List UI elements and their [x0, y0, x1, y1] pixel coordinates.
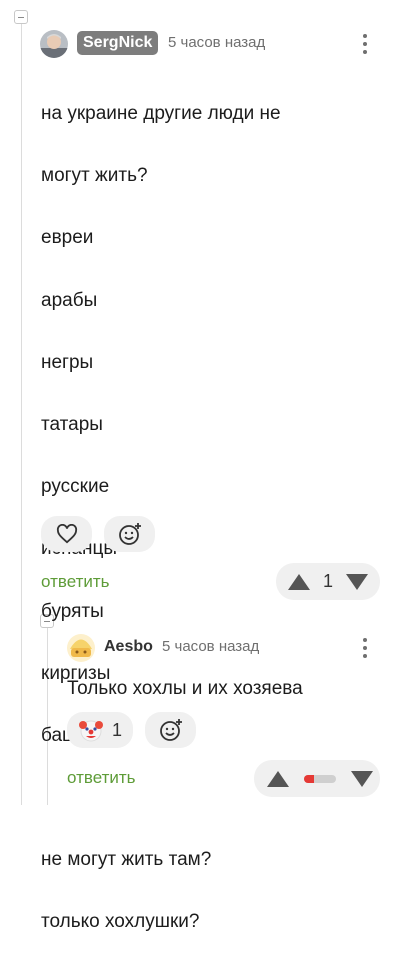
avatar[interactable]	[40, 30, 68, 58]
downvote-button[interactable]	[346, 573, 369, 590]
add-reaction-icon	[118, 523, 141, 545]
comment-line: негры	[41, 351, 94, 373]
reply-body: Только хохлы и их хозяева	[67, 678, 303, 699]
reply-reply-link[interactable]: ответить	[67, 768, 136, 788]
reply-add-reaction-button[interactable]	[145, 712, 196, 748]
comment-line: не могут жить там?	[41, 849, 212, 871]
clown-reaction-button[interactable]: 1	[67, 712, 133, 748]
reply-downvote-button[interactable]	[351, 770, 373, 787]
comment-line: арабы	[41, 289, 98, 311]
reply-rating-control	[254, 760, 380, 797]
reaction-count: 1	[111, 719, 122, 740]
reply-link[interactable]: ответить	[41, 572, 110, 592]
more-options-icon[interactable]	[363, 34, 367, 58]
comment-line: татары	[41, 414, 103, 436]
username[interactable]: SergNick	[77, 31, 159, 55]
comment-line: евреи	[41, 227, 94, 249]
comment-line: испанцы	[41, 533, 381, 564]
add-reaction-icon	[159, 719, 182, 741]
comment-line: только хохлушки?	[41, 911, 200, 933]
clown-emoji-icon	[78, 720, 103, 742]
comment-line: могут жить?	[41, 165, 148, 187]
collapse-thread-button[interactable]	[14, 10, 28, 24]
reply-username[interactable]: Aesbo	[104, 638, 153, 656]
comment-line: русские	[41, 476, 110, 498]
reply-more-options-icon[interactable]	[363, 638, 367, 662]
rating-bar	[304, 774, 336, 783]
reply-upvote-button[interactable]	[267, 770, 289, 787]
reply-avatar[interactable]	[67, 634, 95, 662]
thread-line	[21, 24, 22, 805]
comment-line: на украине другие люди не	[41, 103, 281, 125]
rating-control: 1	[276, 563, 380, 600]
comment-body: на украине другие люди не могут жить? ев…	[41, 67, 381, 969]
comment-line: буряты	[41, 600, 104, 622]
rating-bar-positive	[304, 774, 314, 783]
rating-value: 1	[323, 571, 334, 591]
timestamp: 5 часов назад	[168, 34, 266, 51]
reply-timestamp: 5 часов назад	[162, 638, 260, 655]
heart-icon	[56, 524, 77, 544]
add-reaction-button[interactable]	[104, 516, 155, 552]
like-button[interactable]	[41, 516, 92, 552]
upvote-button[interactable]	[288, 573, 310, 590]
